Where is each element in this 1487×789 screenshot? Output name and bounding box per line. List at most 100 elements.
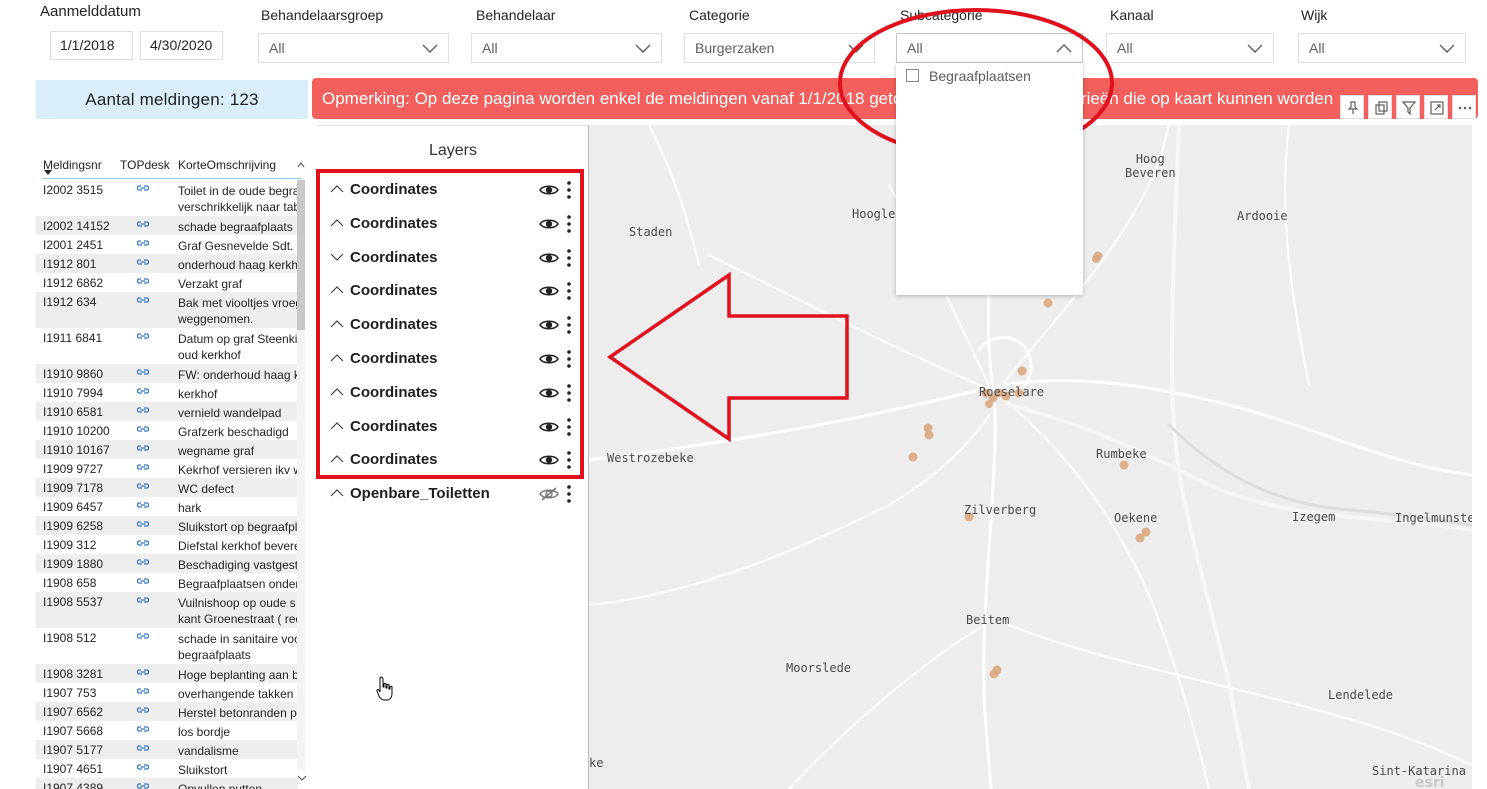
table-row[interactable]: I1907 753 overhangende takken xyxy=(36,683,298,702)
link-icon[interactable] xyxy=(136,556,150,568)
eye-off-icon[interactable] xyxy=(539,486,559,502)
sort-desc-icon xyxy=(44,170,52,175)
chevron-down-icon[interactable] xyxy=(297,774,307,782)
link-icon[interactable] xyxy=(136,218,150,230)
dropdown-behandelaar[interactable]: All xyxy=(471,33,662,63)
table-row[interactable]: I2002 14152 schade begraafplaats xyxy=(36,216,298,235)
dropdown-wijk[interactable]: All xyxy=(1298,33,1466,63)
link-icon[interactable] xyxy=(136,182,150,194)
link-icon[interactable] xyxy=(136,666,150,678)
link-icon[interactable] xyxy=(136,742,150,754)
chevron-up-icon[interactable] xyxy=(330,488,344,498)
table-row[interactable]: I1907 4651 Sluikstort xyxy=(36,759,298,778)
dropdown-value: Burgerzaken xyxy=(695,40,775,56)
dropdown-kanaal[interactable]: All xyxy=(1106,33,1274,63)
meldingen-table: Meldingsnr TOPdesk KorteOmschrijving I20… xyxy=(36,150,308,789)
filter-label-kanaal: Kanaal xyxy=(1110,7,1154,23)
link-icon[interactable] xyxy=(136,499,150,511)
link-icon[interactable] xyxy=(136,780,150,789)
cell-korteomschrijving: vernield wandelpad xyxy=(178,406,282,420)
table-row[interactable]: I1908 512 schade in sanitaire voo begraafp… xyxy=(36,628,298,664)
table-row[interactable]: I1912 634 Bak met viooltjes vroeg weggenom… xyxy=(36,292,298,328)
option-begraafplaatsen[interactable]: Begraafplaatsen xyxy=(896,63,1083,89)
cell-korteomschrijving: Sluikstort op begraafpl xyxy=(178,520,298,534)
table-row[interactable]: I1912 801 onderhoud haag kerkhof xyxy=(36,254,298,273)
checkbox[interactable] xyxy=(906,69,919,82)
table-row[interactable]: I1909 6457 hark xyxy=(36,497,298,516)
table-row[interactable]: I1909 6258 Sluikstort op begraafpl xyxy=(36,516,298,535)
table-row[interactable]: I2001 2451 Graf Gesnevelde Sdt. xyxy=(36,235,298,254)
table-row[interactable]: I1911 6841 Datum op graf Steenkist oud ker… xyxy=(36,328,298,364)
link-icon[interactable] xyxy=(136,330,150,342)
link-icon[interactable] xyxy=(136,594,150,606)
link-icon[interactable] xyxy=(136,685,150,697)
table-row[interactable]: I1908 658 Begraafplaatsen onder xyxy=(36,573,298,592)
link-icon[interactable] xyxy=(136,385,150,397)
esri-logo: esri xyxy=(1415,775,1445,789)
link-icon[interactable] xyxy=(136,423,150,435)
cell-meldingsnr: I1909 1880 xyxy=(43,557,104,571)
table-row[interactable]: I1910 10200 Grafzerk beschadigd xyxy=(36,421,298,440)
link-icon[interactable] xyxy=(136,442,150,454)
table-row[interactable]: I1907 5177 vandalisme xyxy=(36,740,298,759)
chevron-down-icon xyxy=(848,44,864,53)
table-row[interactable]: I1907 6562 Herstel betonranden p xyxy=(36,702,298,721)
table-row[interactable]: I1910 10167 wegname graf xyxy=(36,440,298,459)
link-icon[interactable] xyxy=(136,704,150,716)
cell-meldingsnr: I1910 7994 xyxy=(43,386,104,400)
layer-item[interactable]: Openbare_Toiletten xyxy=(327,482,577,506)
link-icon[interactable] xyxy=(136,537,150,549)
chevron-up-icon[interactable] xyxy=(297,161,305,169)
table-row[interactable]: I2002 3515 Toilet in de oude begraafplaat… xyxy=(36,180,298,216)
table-row[interactable]: I1908 3281 Hoge beplanting aan b xyxy=(36,664,298,683)
table-row[interactable]: I1910 9860 FW: onderhoud haag k xyxy=(36,364,298,383)
column-header-korteomschrijving[interactable]: KorteOmschrijving xyxy=(178,158,276,172)
link-icon[interactable] xyxy=(136,630,150,642)
table-row[interactable]: I1910 6581 vernield wandelpad xyxy=(36,402,298,421)
date-to-input[interactable]: 4/30/2020 xyxy=(140,31,223,60)
pin-icon[interactable] xyxy=(1340,95,1364,119)
link-icon[interactable] xyxy=(136,461,150,473)
dropdown-subcategorie[interactable]: All xyxy=(896,33,1083,63)
link-icon[interactable] xyxy=(136,237,150,249)
table-row[interactable]: I1912 6862 Verzakt graf xyxy=(36,273,298,292)
option-label: Begraafplaatsen xyxy=(929,68,1031,84)
hand-cursor-icon xyxy=(376,676,393,701)
link-icon[interactable] xyxy=(136,256,150,268)
more-options-icon[interactable] xyxy=(1452,95,1476,119)
link-icon[interactable] xyxy=(136,275,150,287)
table-row[interactable]: I1909 9727 Kekrhof versieren ikv w xyxy=(36,459,298,478)
link-icon[interactable] xyxy=(136,761,150,773)
focus-mode-icon[interactable] xyxy=(1424,95,1448,119)
date-from-input[interactable]: 1/1/2018 xyxy=(50,31,133,60)
link-icon[interactable] xyxy=(136,404,150,416)
link-icon[interactable] xyxy=(136,294,150,306)
annotation-highlight-rectangle xyxy=(316,169,584,479)
filter-icon[interactable] xyxy=(1396,95,1420,119)
link-icon[interactable] xyxy=(136,480,150,492)
cell-korteomschrijving: Opvullen putten xyxy=(178,782,263,789)
cell-meldingsnr: I1911 6841 xyxy=(43,331,103,345)
dropdown-behandelaarsgroep[interactable]: All xyxy=(258,33,449,63)
table-row[interactable]: I1907 5668 los bordje xyxy=(36,721,298,740)
more-vertical-icon[interactable] xyxy=(566,483,572,505)
cell-korteomschrijving: wegname graf xyxy=(178,444,255,458)
table-scrollbar-thumb[interactable] xyxy=(297,180,305,330)
column-header-topdesk[interactable]: TOPdesk xyxy=(120,158,170,172)
copy-icon[interactable] xyxy=(1368,95,1392,119)
link-icon[interactable] xyxy=(136,366,150,378)
map-place-label: Izegem xyxy=(1292,510,1336,524)
table-row[interactable]: I1908 5537 Vuilnishoop op oude s kant Groe… xyxy=(36,592,298,628)
table-row[interactable]: I1909 312 Diefstal kerkhof bevere xyxy=(36,535,298,554)
cell-korteomschrijving: Vuilnishoop op oude s kant Groenestraat (… xyxy=(178,596,298,626)
cell-meldingsnr: I1912 634 xyxy=(43,295,97,309)
link-icon[interactable] xyxy=(136,518,150,530)
link-icon[interactable] xyxy=(136,723,150,735)
table-row[interactable]: I1907 4389 Opvullen putten xyxy=(36,778,298,789)
table-row[interactable]: I1909 1880 Beschadiging vastgeste xyxy=(36,554,298,573)
dropdown-categorie[interactable]: Burgerzaken xyxy=(684,33,875,63)
table-row[interactable]: I1910 7994 kerkhof xyxy=(36,383,298,402)
link-icon[interactable] xyxy=(136,575,150,587)
chevron-up-icon xyxy=(1056,44,1072,53)
table-row[interactable]: I1909 7178 WC defect xyxy=(36,478,298,497)
